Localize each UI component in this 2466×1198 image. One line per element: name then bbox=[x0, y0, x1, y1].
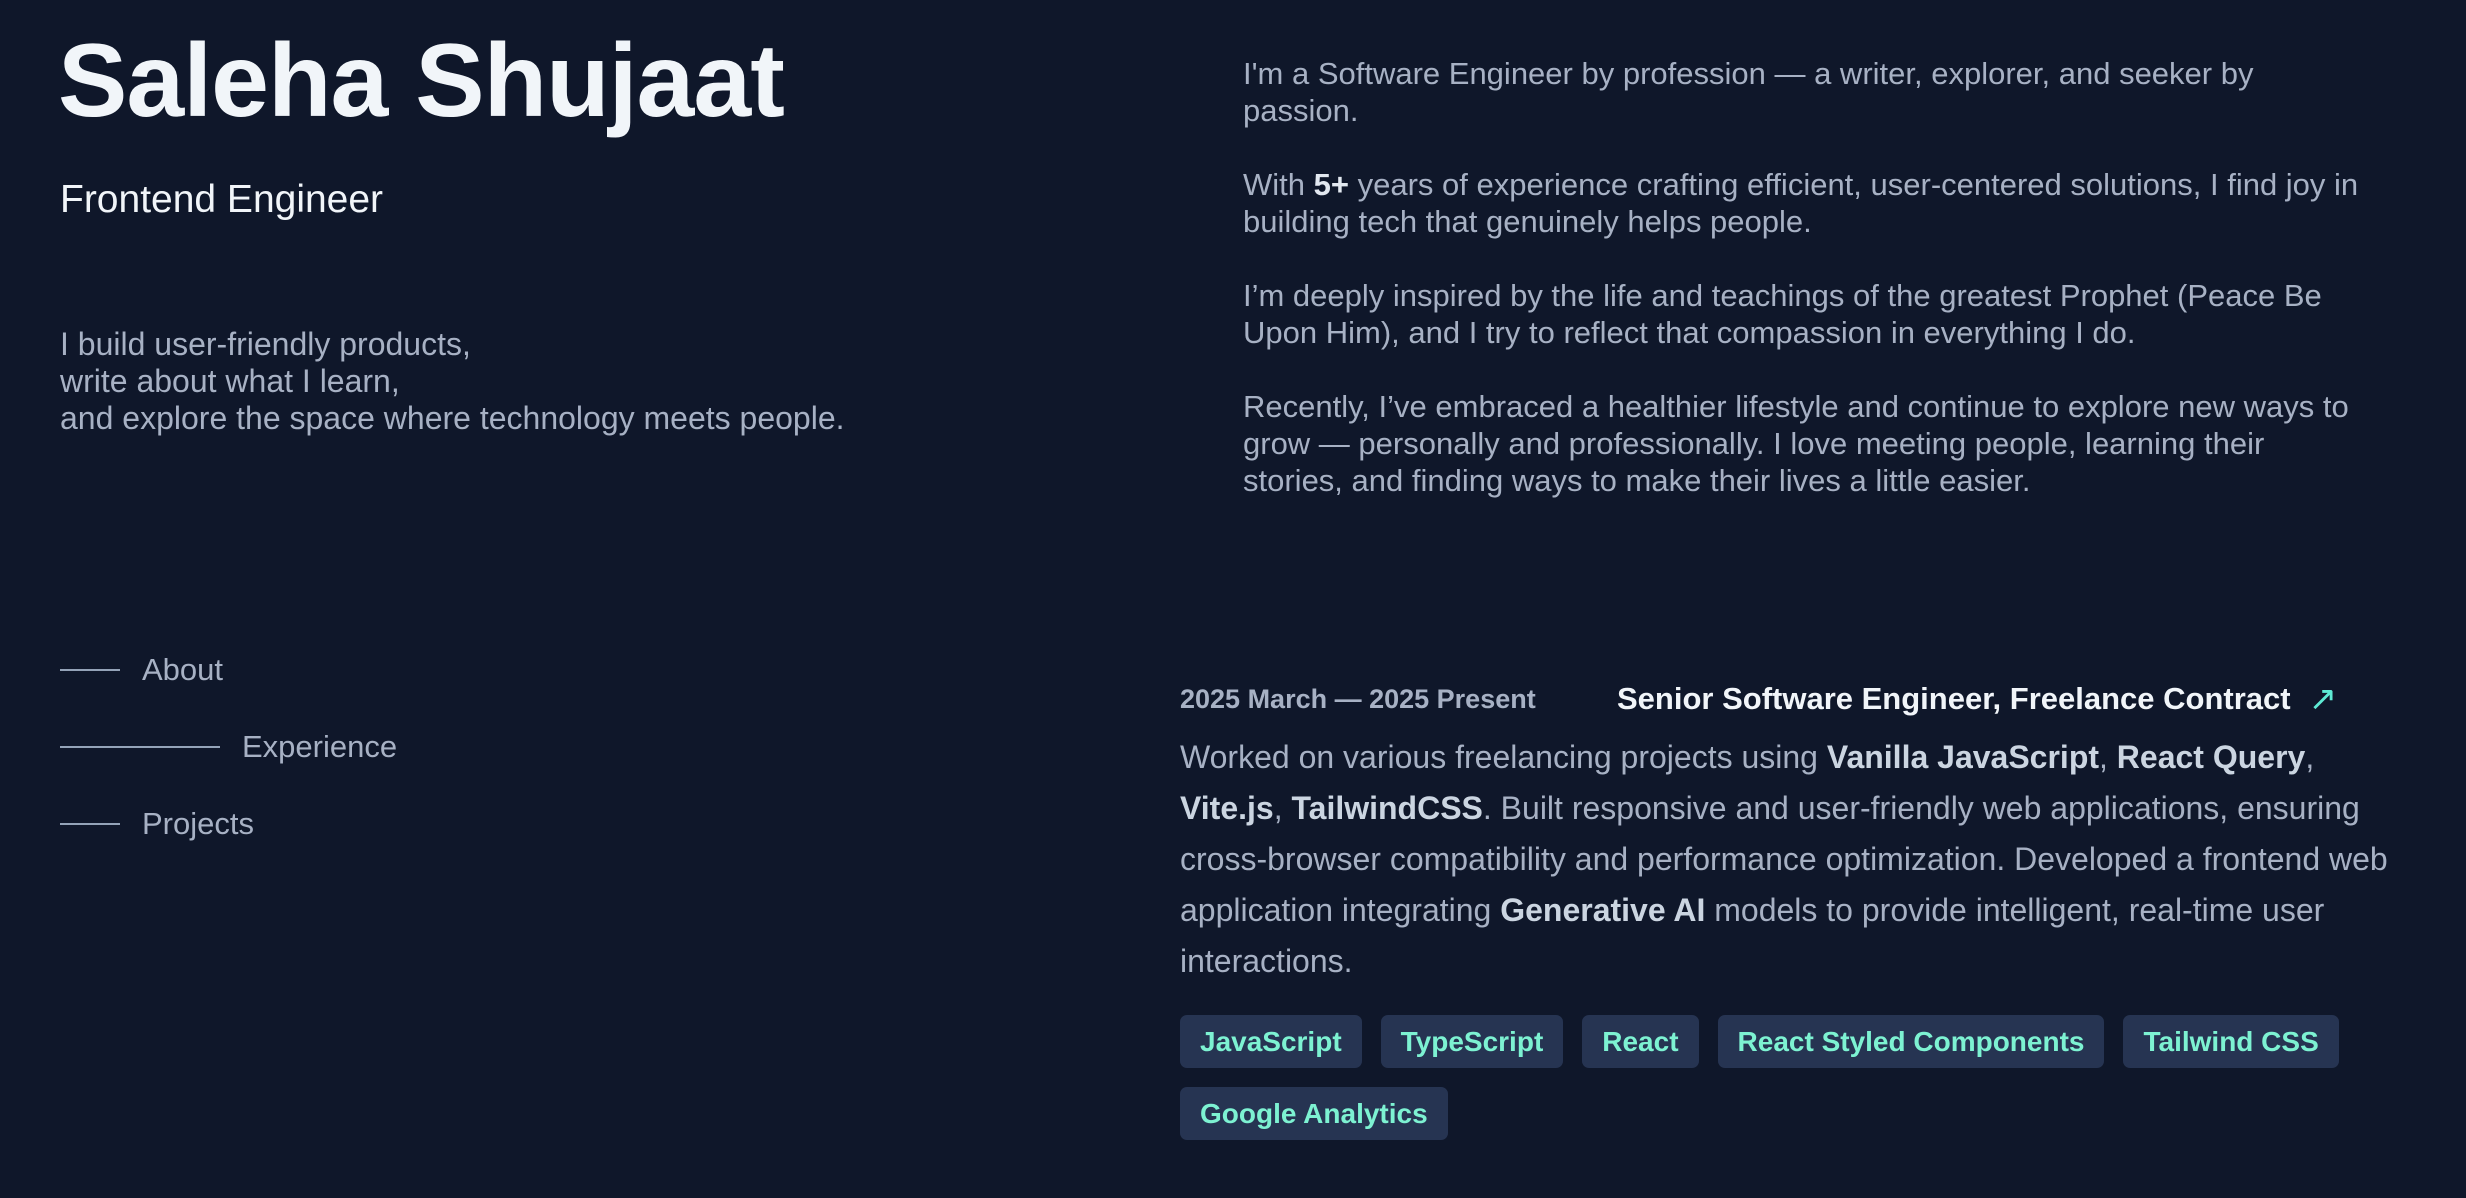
about-paragraph: With 5+ years of experience crafting eff… bbox=[1243, 166, 2363, 240]
text: Worked on various freelancing projects u… bbox=[1180, 739, 1827, 775]
text: With bbox=[1243, 167, 1314, 202]
about-paragraph: Recently, I’ve embraced a healthier life… bbox=[1243, 389, 2349, 498]
about-paragraph: I’m deeply inspired by the life and teac… bbox=[1243, 278, 2322, 350]
text: , bbox=[2099, 739, 2117, 775]
text: , bbox=[1273, 790, 1292, 826]
tech-tag: React Styled Components bbox=[1717, 1015, 2105, 1068]
tagline: I build user-friendly products, write ab… bbox=[60, 326, 845, 437]
experience-date: 2025 March — 2025 Present bbox=[1180, 683, 1536, 714]
about-paragraph: I'm a Software Engineer by profession — … bbox=[1243, 56, 2254, 128]
tech-tags: JavaScript TypeScript React React Styled… bbox=[1180, 1015, 2390, 1140]
nav-indicator-line bbox=[60, 746, 220, 748]
about-section: I'm a Software Engineer by profession — … bbox=[1243, 55, 2363, 536]
bold-text: React Query bbox=[2116, 739, 2306, 775]
tech-tag: Tailwind CSS bbox=[2123, 1015, 2339, 1068]
text: years of experience crafting efficient, … bbox=[1243, 167, 2359, 239]
bold-text: Vite.js bbox=[1180, 790, 1274, 826]
tech-tag: JavaScript bbox=[1180, 1015, 1362, 1068]
experience-description: Worked on various freelancing projects u… bbox=[1180, 732, 2390, 987]
nav-label: About bbox=[142, 652, 224, 687]
nav-indicator-line bbox=[60, 823, 120, 825]
tech-tag: React bbox=[1582, 1015, 1699, 1068]
name-heading: Saleha Shujaat bbox=[58, 23, 785, 139]
experience-card[interactable]: 2025 March — 2025 Present Senior Softwar… bbox=[1180, 676, 2390, 1140]
external-link-arrow-icon[interactable]: ↗ bbox=[2309, 679, 2338, 719]
tech-tag: TypeScript bbox=[1380, 1015, 1564, 1068]
nav-label: Projects bbox=[142, 806, 254, 841]
bold-text: Generative AI bbox=[1500, 892, 1706, 928]
tech-tag: Google Analytics bbox=[1180, 1087, 1448, 1140]
nav-label: Experience bbox=[242, 729, 398, 764]
text: , bbox=[2305, 739, 2315, 775]
section-nav: About Experience Projects bbox=[60, 640, 397, 871]
tagline-line: I build user-friendly products, bbox=[60, 326, 471, 362]
nav-item-experience[interactable]: Experience bbox=[60, 717, 397, 777]
role-title: Frontend Engineer bbox=[60, 178, 384, 221]
bold-text: Vanilla JavaScript bbox=[1826, 739, 2100, 775]
bold-text: TailwindCSS bbox=[1291, 790, 1483, 826]
nav-item-projects[interactable]: Projects bbox=[60, 794, 397, 854]
nav-indicator-line bbox=[60, 669, 120, 671]
tagline-line: and explore the space where technology m… bbox=[60, 400, 845, 436]
bold-text: 5+ bbox=[1313, 167, 1349, 202]
tagline-line: write about what I learn, bbox=[60, 363, 400, 399]
experience-title-link[interactable]: Senior Software Engineer, Freelance Cont… bbox=[1617, 681, 2291, 717]
nav-item-about[interactable]: About bbox=[60, 640, 397, 700]
